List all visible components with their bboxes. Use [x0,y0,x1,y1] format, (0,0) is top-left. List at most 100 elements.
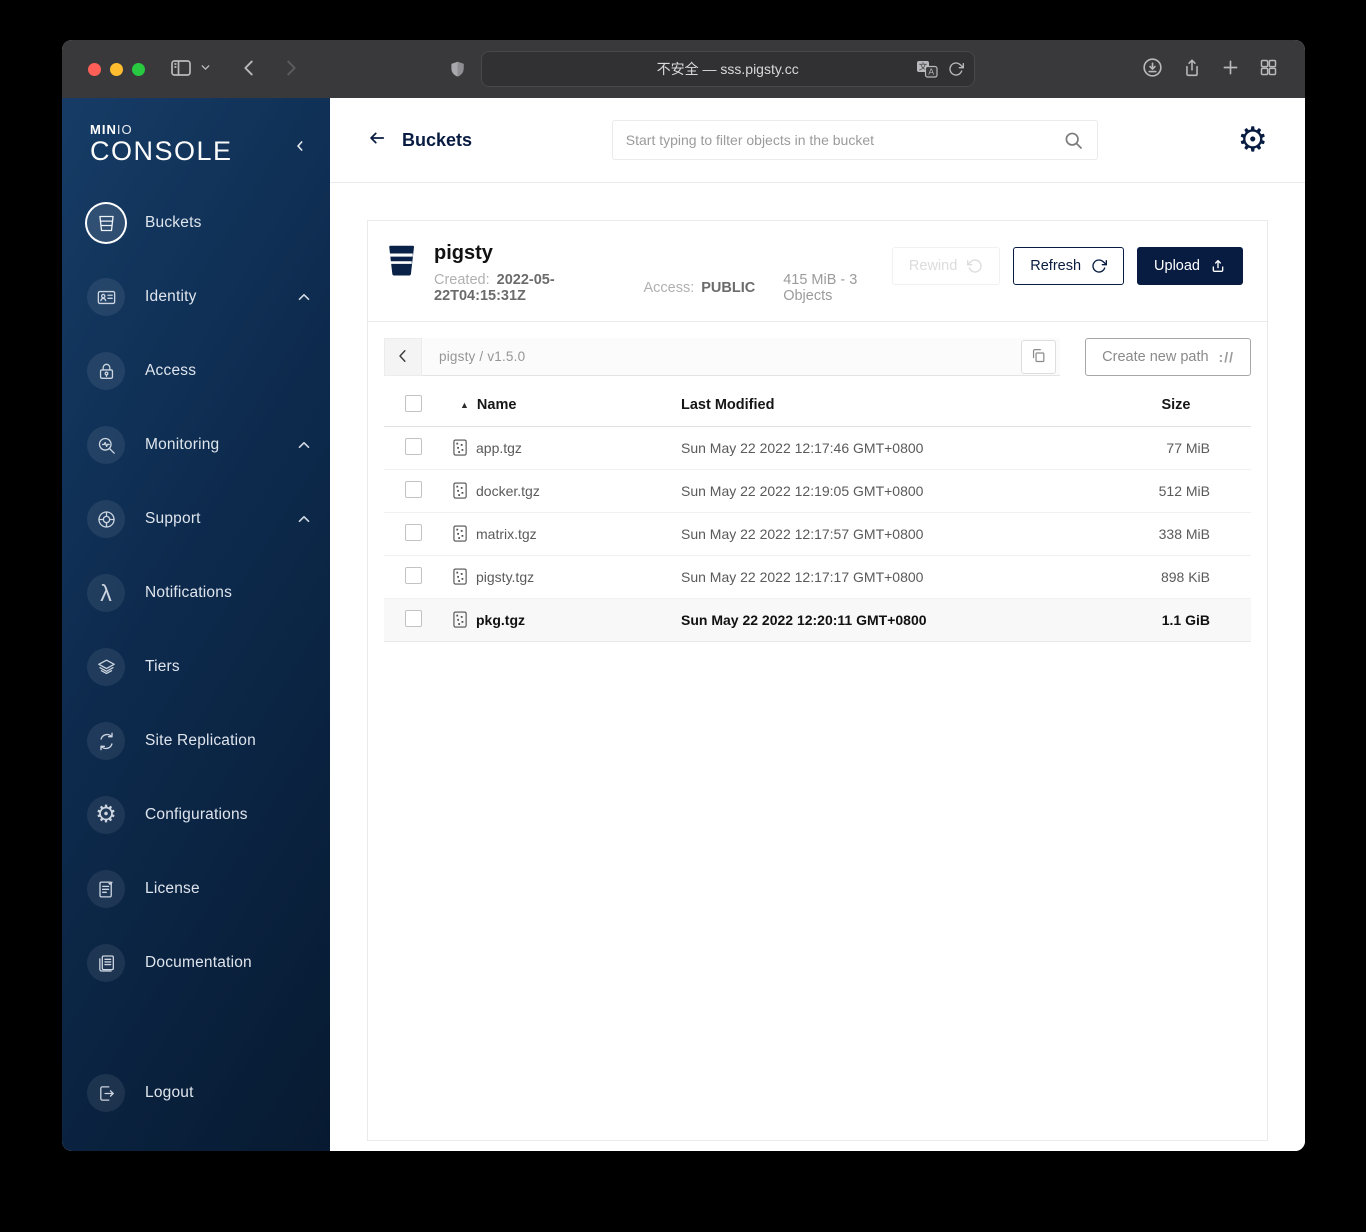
plus-icon [1220,57,1241,81]
zoom-window-button[interactable] [132,63,145,76]
object-name: pkg.tgz [476,612,525,628]
sidebar-item-configurations[interactable]: ⚙ Configurations [62,796,330,834]
gear-icon: ⚙ [1238,123,1268,157]
gear-icon: ⚙ [95,803,117,827]
object-filter-search [612,120,1098,160]
bucket-actions: Rewind Refresh [892,247,1243,285]
sidebar-item-tiers[interactable]: Tiers [62,648,330,686]
chevron-right-icon [280,57,302,82]
rewind-button[interactable]: Rewind [892,247,1000,285]
sidebar-item-monitoring[interactable]: Monitoring [62,426,330,464]
copy-path-button[interactable] [1021,340,1056,374]
create-new-path-button[interactable]: Create new path :// [1085,338,1251,376]
reload-icon[interactable] [948,61,964,77]
sidebar: MINIO CONSOLE Buckets Identity Access Mo… [62,98,330,1151]
logout-icon [96,1083,117,1104]
sidebar-item-identity[interactable]: Identity [62,278,330,316]
row-checkbox[interactable] [405,524,422,541]
support-icon [96,509,117,530]
access-icon [96,361,117,382]
table-row-docker.tgz[interactable]: docker.tgz Sun May 22 2022 12:19:05 GMT+… [384,469,1251,512]
object-name: app.tgz [476,440,522,456]
object-size: 77 MiB [1101,426,1251,469]
translate-icon[interactable]: 文 A [916,60,938,78]
table-row-matrix.tgz[interactable]: matrix.tgz Sun May 22 2022 12:17:57 GMT+… [384,512,1251,555]
column-header-modified[interactable]: Last Modified [681,385,1101,426]
sidebar-menu-chevron[interactable] [199,61,212,77]
replication-icon [96,731,117,752]
refresh-button[interactable]: Refresh [1013,247,1124,285]
main-panel: Buckets ⚙ [330,98,1305,1151]
sidebar-item-access[interactable]: Access [62,352,330,390]
documentation-icon [96,953,117,974]
upload-icon [1210,258,1226,274]
upload-button[interactable]: Upload [1137,247,1243,285]
search-input[interactable] [626,132,1055,148]
browser-chrome: 不安全 — sss.pigsty.cc 文 A [62,40,1305,98]
new-tab-button[interactable] [1220,57,1241,81]
monitoring-icon [96,435,117,456]
sidebar-collapse-button[interactable] [292,138,308,157]
row-checkbox[interactable] [405,567,422,584]
sidebar-item-notifications[interactable]: λ Notifications [62,574,330,612]
browser-window: 不安全 — sss.pigsty.cc 文 A [62,40,1305,1151]
chevron-left-icon [292,142,308,157]
sidebar-item-support[interactable]: Support [62,500,330,538]
close-window-button[interactable] [88,63,101,76]
tab-overview-button[interactable] [1258,57,1279,81]
sidebar-item-logout[interactable]: Logout [62,1074,330,1112]
bucket-card: pigsty Created:2022-05-22T04:15:31Z Acce… [367,220,1268,1141]
minio-console-logo: MINIO CONSOLE [62,122,330,167]
sidebar-toggle-icon [169,56,193,83]
identity-icon [96,287,117,308]
page-topbar: Buckets ⚙ [330,98,1305,183]
search-icon [1063,130,1084,151]
lambda-icon: λ [100,582,112,605]
row-checkbox[interactable] [405,438,422,455]
chevron-left-icon [238,57,260,82]
column-header-size[interactable]: Size [1101,385,1251,426]
object-modified: Sun May 22 2022 12:20:11 GMT+0800 [681,598,1101,641]
path-slashes-icon: :// [1219,349,1234,365]
traffic-lights [88,63,145,76]
select-all-checkbox[interactable] [405,395,422,412]
minimize-window-button[interactable] [110,63,123,76]
back-button[interactable] [238,57,260,82]
object-name: pigsty.tgz [476,569,534,585]
sidebar-item-documentation[interactable]: Documentation [62,944,330,982]
rewind-icon [967,258,983,274]
object-file-icon [453,525,468,542]
svg-text:A: A [928,67,934,77]
object-modified: Sun May 22 2022 12:17:46 GMT+0800 [681,426,1101,469]
page-title: Buckets [402,130,472,151]
sidebar-item-buckets[interactable]: Buckets [62,204,330,242]
row-checkbox[interactable] [405,610,422,627]
url-field[interactable]: 不安全 — sss.pigsty.cc 文 A [481,51,975,87]
table-row-pigsty.tgz[interactable]: pigsty.tgz Sun May 22 2022 12:17:17 GMT+… [384,555,1251,598]
column-header-name[interactable]: ▲Name [448,385,681,426]
grid-icon [1258,57,1279,81]
privacy-shield-icon[interactable] [447,59,468,80]
downloads-button[interactable] [1141,56,1164,82]
table-row-pkg.tgz[interactable]: pkg.tgz Sun May 22 2022 12:20:11 GMT+080… [384,598,1251,641]
path-back-button[interactable] [384,338,422,376]
forward-button[interactable] [280,57,302,82]
sidebar-item-license[interactable]: License [62,870,330,908]
objects-tbody: app.tgz Sun May 22 2022 12:17:46 GMT+080… [384,426,1251,641]
breadcrumb-path[interactable]: pigsty / v1.5.0 [439,349,525,364]
object-file-icon [453,482,468,499]
console-settings-button[interactable]: ⚙ [1238,123,1268,157]
object-modified: Sun May 22 2022 12:19:05 GMT+0800 [681,469,1101,512]
share-button[interactable] [1181,57,1203,82]
path-bar: pigsty / v1.5.0 Create new path :// [384,338,1251,376]
bucket-icon [96,213,117,234]
copy-icon [1030,347,1047,367]
sidebar-item-site-replication[interactable]: Site Replication [62,722,330,760]
back-to-buckets-link[interactable]: Buckets [367,128,472,153]
bucket-meta: Created:2022-05-22T04:15:31Z Access:PUBL… [434,272,892,304]
share-icon [1181,57,1203,82]
row-checkbox[interactable] [405,481,422,498]
sidebar-toggle-button[interactable] [169,56,193,83]
download-icon [1141,56,1164,82]
table-row-app.tgz[interactable]: app.tgz Sun May 22 2022 12:17:46 GMT+080… [384,426,1251,469]
